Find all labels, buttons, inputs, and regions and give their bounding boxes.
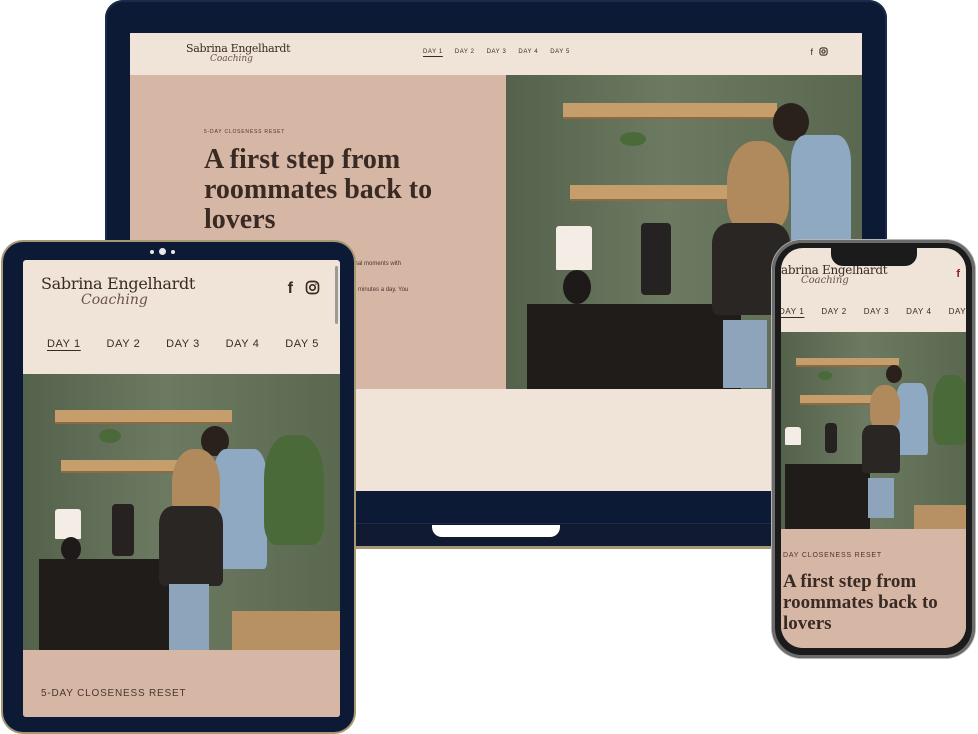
nav-day-4[interactable]: DAY 4 (518, 49, 538, 55)
logo-script[interactable]: Coaching (210, 54, 253, 64)
site-header: Sabrina Engelhardt Coaching DAY 1 DAY 2 … (130, 33, 862, 75)
nav-day-1[interactable]: DAY 1 (423, 49, 443, 55)
facebook-icon[interactable]: f (810, 47, 813, 58)
tablet-frame: Sabrina Engelhardt Coaching f DAY 1 DAY … (3, 242, 354, 732)
nav-day-2[interactable]: DAY 2 (821, 307, 846, 316)
nav-day-4[interactable]: DAY 4 (906, 307, 931, 316)
nav-day-2[interactable]: DAY 2 (455, 49, 475, 55)
instagram-icon[interactable] (305, 280, 320, 300)
nav-day-5[interactable]: DAY 5 (285, 338, 319, 350)
nav-day-1[interactable]: DAY 1 (781, 307, 804, 316)
hero-headline: A first step from roommates back to love… (204, 144, 433, 236)
main-nav: DAY 1 DAY 2 DAY 3 DAY 4 DAY 5 (423, 49, 570, 55)
tablet-camera (150, 248, 175, 255)
scrollbar[interactable] (335, 266, 338, 324)
facebook-icon[interactable]: f (956, 268, 960, 280)
hero-eyebrow: 5-DAY CLOSENESS RESET (204, 129, 286, 135)
nav-day-3[interactable]: DAY 3 (864, 307, 889, 316)
instagram-icon[interactable] (819, 47, 828, 58)
logo-script[interactable]: Coaching (81, 292, 148, 308)
tablet-screen: Sabrina Engelhardt Coaching f DAY 1 DAY … (23, 260, 340, 717)
nav-day-3[interactable]: DAY 3 (166, 338, 200, 350)
hero-eyebrow: DAY CLOSENESS RESET (783, 552, 882, 559)
phone-notch (831, 248, 917, 266)
hero-photo (781, 332, 966, 529)
phone-screen: abrina Engelhardt Coaching f DAY 1 DAY 2… (781, 248, 966, 648)
main-nav: DAY 1 DAY 2 DAY 3 DAY 4 DAY (781, 307, 966, 316)
hero-panel (23, 650, 340, 717)
social-links: f (810, 47, 828, 58)
main-nav: DAY 1 DAY 2 DAY 3 DAY 4 DAY 5 (47, 338, 319, 350)
social-links: f (288, 280, 320, 300)
nav-day-4[interactable]: DAY 4 (226, 338, 260, 350)
nav-day-2[interactable]: DAY 2 (107, 338, 141, 350)
facebook-icon[interactable]: f (288, 280, 293, 300)
nav-day-1[interactable]: DAY 1 (47, 338, 81, 350)
phone-frame: abrina Engelhardt Coaching f DAY 1 DAY 2… (772, 240, 975, 658)
hero-headline: A first step from roommates back to love… (783, 571, 938, 634)
laptop-notch (432, 525, 560, 537)
hero-eyebrow: 5-DAY CLOSENESS RESET (41, 688, 187, 699)
nav-day-5[interactable]: DAY (949, 307, 966, 316)
nav-day-5[interactable]: DAY 5 (550, 49, 570, 55)
logo-name[interactable]: Sabrina Engelhardt (41, 274, 195, 293)
nav-day-3[interactable]: DAY 3 (487, 49, 507, 55)
hero-photo (23, 374, 340, 650)
logo-script[interactable]: Coaching (801, 275, 849, 286)
